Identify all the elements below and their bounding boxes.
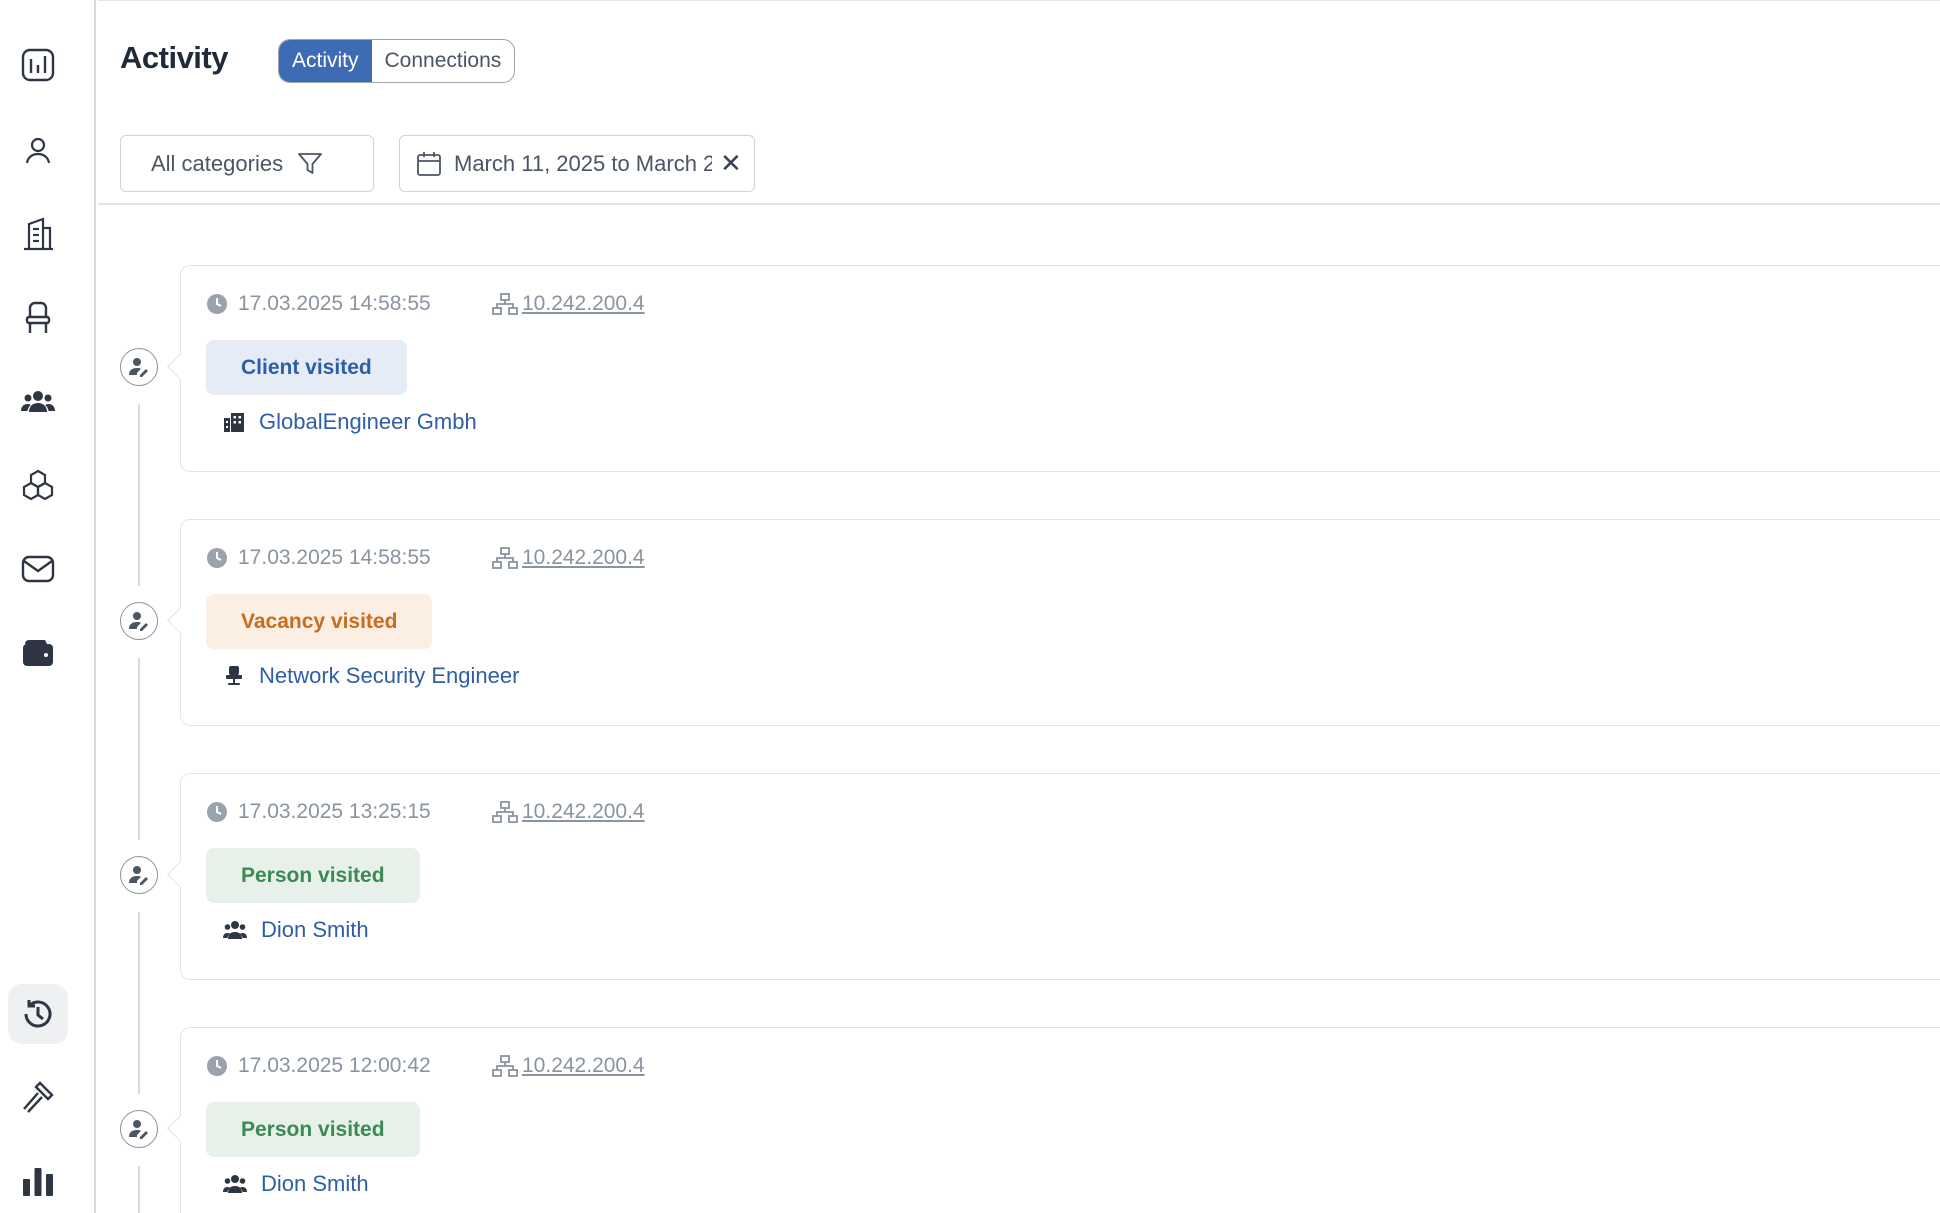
timeline-line [138, 1166, 140, 1213]
activity-target-link[interactable]: GlobalEngineer Gmbh [223, 409, 477, 435]
sidebar-item-statistics[interactable] [8, 1151, 68, 1211]
calendar-icon [417, 151, 441, 176]
network-icon [492, 293, 518, 315]
activity-type-badge: Vacancy visited [206, 594, 433, 649]
activity-time: 17.03.2025 14:58:55 [238, 546, 431, 569]
sidebar-item-history[interactable] [8, 984, 68, 1044]
view-toggle: Activity Connections [278, 39, 516, 83]
activity-target-name: GlobalEngineer Gmbh [259, 409, 477, 434]
tab-activity[interactable]: Activity [279, 40, 372, 82]
header-divider [98, 203, 1940, 205]
dashboard-icon [21, 48, 55, 82]
filter-icon [298, 152, 322, 174]
activity-marker [120, 348, 158, 386]
user-edit-icon [129, 358, 148, 377]
clock-icon [207, 294, 227, 314]
ip-address-link[interactable]: 10.242.200.4 [522, 292, 645, 316]
bar-chart-icon [23, 1168, 53, 1196]
clock-icon [207, 1056, 227, 1076]
timeline-line [138, 658, 140, 840]
date-range-filter[interactable]: March 11, 2025 to March 2 ✕ [399, 135, 755, 192]
network-icon [492, 801, 518, 823]
sidebar-item-groups[interactable] [8, 372, 68, 432]
activity-card: 17.03.2025 12:00:42 10.242.200.4 Person … [180, 1027, 1940, 1213]
user-edit-icon [129, 612, 148, 631]
clear-date-icon[interactable]: ✕ [720, 148, 742, 179]
sidebar-item-dashboard[interactable] [8, 35, 68, 95]
activity-target-name: Network Security Engineer [259, 663, 520, 688]
activity-type-badge: Person visited [206, 1102, 420, 1157]
clock-icon [207, 548, 227, 568]
network-icon [492, 547, 518, 569]
activity-marker [120, 856, 158, 894]
user-edit-icon [129, 866, 148, 885]
activity-card: 17.03.2025 14:58:55 10.242.200.4 Vacancy… [180, 519, 1940, 726]
top-border [98, 0, 1940, 1]
date-range-value: March 11, 2025 to March 2 [454, 150, 712, 176]
activity-target-name: Dion Smith [261, 917, 369, 942]
history-icon [24, 1000, 52, 1028]
category-filter-button[interactable]: All categories [120, 135, 374, 192]
ip-address-link[interactable]: 10.242.200.4 [522, 800, 645, 824]
sidebar-item-products[interactable] [8, 456, 68, 516]
activity-card: 17.03.2025 13:25:15 10.242.200.4 Person … [180, 773, 1940, 980]
sidebar-item-companies[interactable] [8, 204, 68, 264]
activity-meta: 17.03.2025 14:58:55 10.242.200.4 [206, 546, 645, 570]
ip-address-link[interactable]: 10.242.200.4 [522, 546, 645, 570]
timeline-line [138, 912, 140, 1094]
sidebar [0, 0, 96, 1213]
wallet-icon [23, 640, 53, 666]
person-icon [25, 137, 51, 164]
activity-marker [120, 1110, 158, 1148]
timeline-line [138, 404, 140, 586]
clock-icon [207, 802, 227, 822]
activity-type-badge: Person visited [206, 848, 420, 903]
main-content: Activity Activity Connections All catego… [98, 0, 1940, 1213]
activity-target-link[interactable]: Network Security Engineer [223, 663, 519, 689]
activity-target-link[interactable]: Dion Smith [223, 917, 369, 943]
tab-connections[interactable]: Connections [372, 40, 515, 82]
activity-target-name: Dion Smith [261, 1171, 369, 1196]
user-edit-icon [129, 1120, 148, 1139]
tools-icon [23, 1081, 54, 1113]
activity-time: 17.03.2025 13:25:15 [238, 800, 431, 823]
network-icon [492, 1055, 518, 1077]
activity-type-badge: Client visited [206, 340, 407, 395]
sidebar-item-wallet[interactable] [8, 623, 68, 683]
chair-vacancy-icon [25, 301, 51, 333]
building-icon [224, 413, 244, 432]
page-title: Activity [120, 40, 228, 75]
company-building-icon [24, 217, 53, 251]
cubes-icon [22, 469, 54, 501]
activity-card: 17.03.2025 14:58:55 10.242.200.4 Client … [180, 265, 1940, 472]
activity-target-link[interactable]: Dion Smith [223, 1171, 369, 1197]
sidebar-item-vacancies[interactable] [8, 288, 68, 348]
activity-meta: 17.03.2025 13:25:15 10.242.200.4 [206, 800, 645, 824]
ip-address-link[interactable]: 10.242.200.4 [522, 1054, 645, 1078]
category-filter-label: All categories [151, 150, 284, 176]
activity-time: 17.03.2025 14:58:55 [238, 292, 431, 315]
activity-meta: 17.03.2025 14:58:55 10.242.200.4 [206, 292, 645, 316]
sidebar-item-tools[interactable] [8, 1067, 68, 1127]
people-group-icon [21, 391, 55, 412]
sidebar-item-persons[interactable] [8, 121, 68, 181]
mail-icon [21, 555, 55, 583]
activity-meta: 17.03.2025 12:00:42 10.242.200.4 [206, 1054, 645, 1078]
chair-icon [226, 666, 242, 685]
people-icon [223, 1175, 247, 1193]
activity-marker [120, 602, 158, 640]
sidebar-item-mail[interactable] [8, 539, 68, 599]
people-icon [223, 921, 247, 939]
activity-time: 17.03.2025 12:00:42 [238, 1054, 431, 1077]
